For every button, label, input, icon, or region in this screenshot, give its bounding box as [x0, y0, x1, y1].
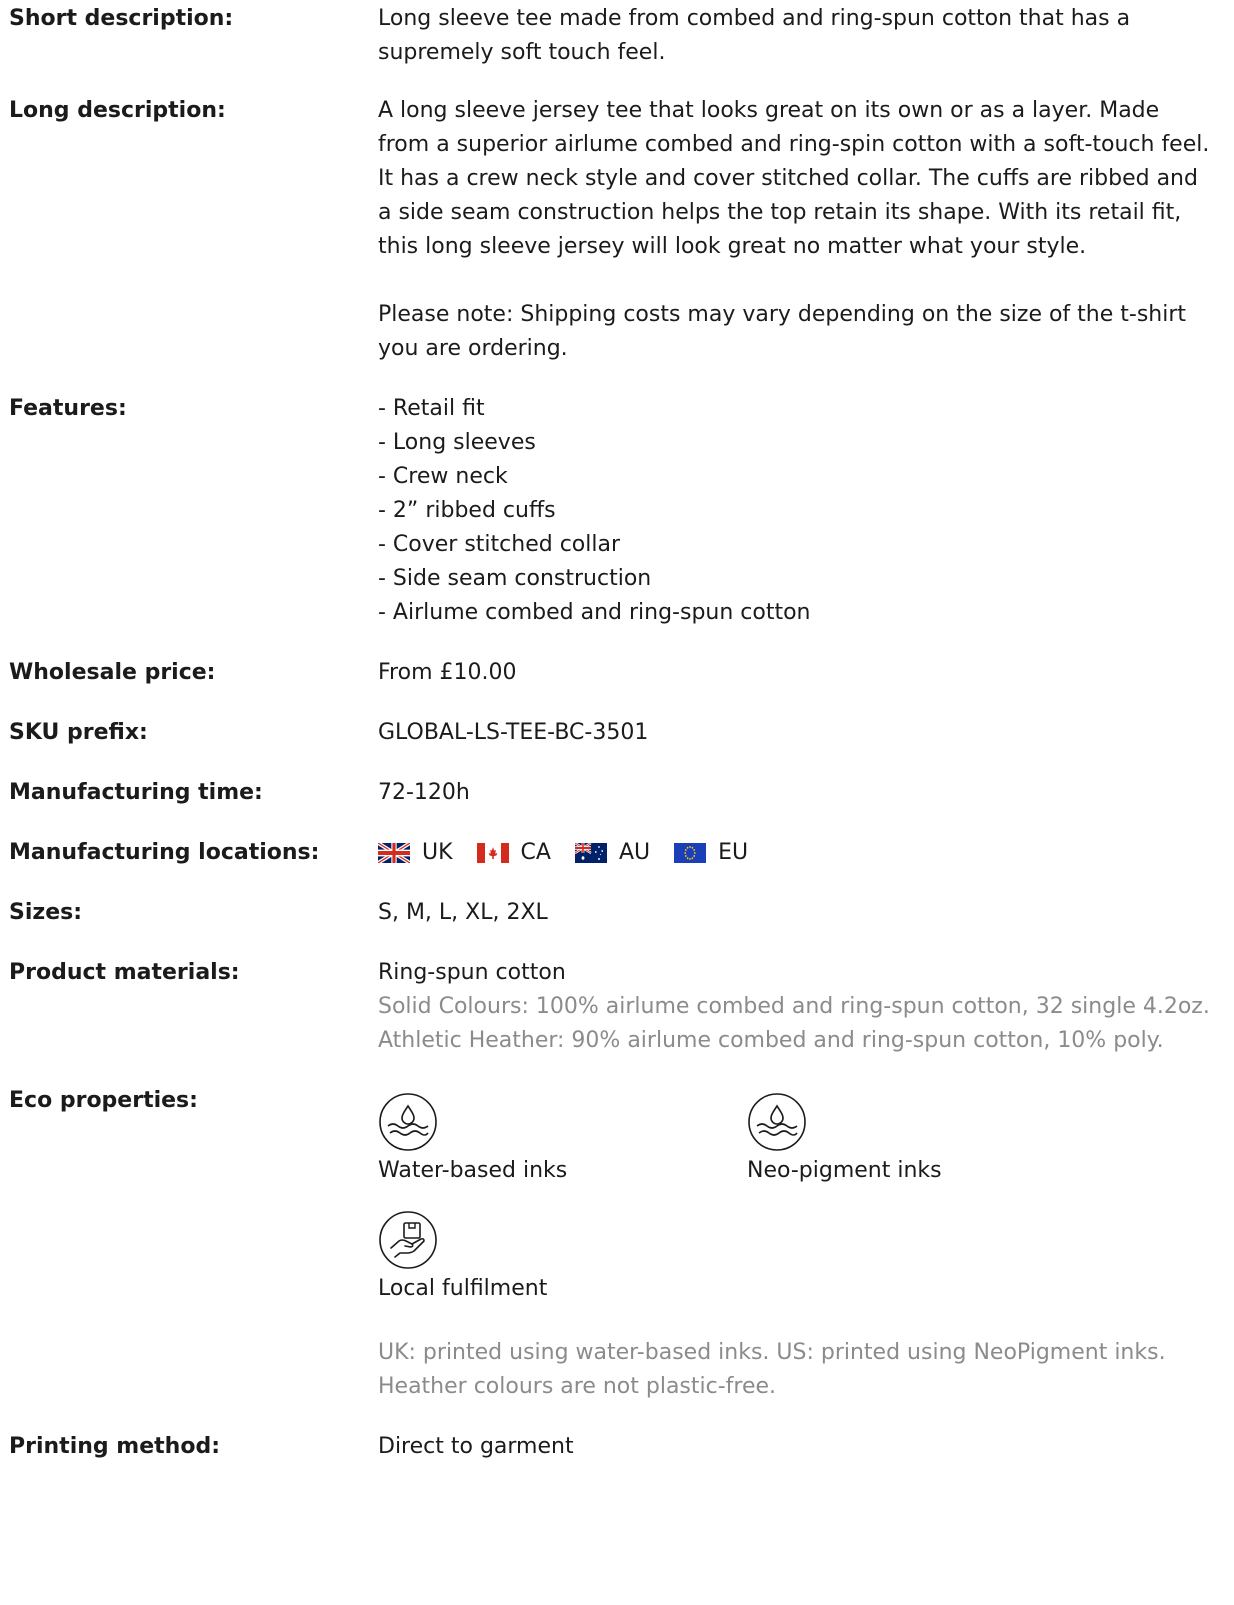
product-materials-label: Product materials: [9, 960, 240, 985]
printing-method-label: Printing method: [9, 1434, 220, 1459]
material-solid-colours: Solid Colours: 100% airlume combed and r… [378, 994, 1210, 1019]
eco-item-label: Local fulfilment [378, 1276, 548, 1301]
long-description-label: Long description: [9, 98, 226, 123]
eco-item-label: Water-based inks [378, 1158, 568, 1183]
sizes-value: S, M, L, XL, 2XL [378, 900, 548, 925]
eco-item-local-fulfilment: Local fulfilment [378, 1210, 747, 1306]
short-description-row: Short description: Long sleeve tee made … [9, 2, 1214, 65]
manufacturing-locations-row: Manufacturing locations: UK CA AU EU [9, 836, 1214, 870]
sku-prefix-value: GLOBAL-LS-TEE-BC-3501 [378, 720, 649, 745]
location-au: AU [574, 836, 651, 870]
location-au-code: AU [618, 840, 651, 865]
canada-flag-icon [476, 843, 509, 863]
sizes-row: Sizes: S, M, L, XL, 2XL [9, 896, 1214, 930]
feature-item: - Retail fit [378, 396, 485, 421]
eco-item-label: Neo-pigment inks [747, 1158, 942, 1183]
manufacturing-time-row: Manufacturing time: 72-120h [9, 776, 1214, 810]
location-ca-code: CA [520, 840, 551, 865]
manufacturing-time-value: 72-120h [378, 780, 470, 805]
wholesale-price-label: Wholesale price: [9, 660, 216, 685]
location-eu: EU [674, 836, 748, 870]
manufacturing-locations-label: Manufacturing locations: [9, 840, 320, 865]
long-description-value: A long sleeve jersey tee that looks grea… [378, 94, 1214, 366]
eco-properties-note: UK: printed using water-based inks. US: … [378, 1340, 1166, 1399]
product-details-sheet: Short description: Long sleeve tee made … [9, 2, 1214, 1490]
manufacturing-time-label: Manufacturing time: [9, 780, 263, 805]
eco-properties-value: Water-based inks Neo-pigment inks Local … [378, 1084, 1214, 1404]
location-uk: UK [378, 836, 453, 870]
feature-item: - Long sleeves [378, 430, 536, 455]
features-label: Features: [9, 396, 127, 421]
eco-item-neo-pigment-inks: Neo-pigment inks [747, 1092, 1116, 1188]
sizes-label: Sizes: [9, 900, 83, 925]
feature-item: - Cover stitched collar [378, 532, 621, 557]
location-ca: CA [476, 836, 551, 870]
location-uk-code: UK [422, 840, 453, 865]
manufacturing-locations-value: UK CA AU EU [378, 836, 1214, 870]
eco-properties-grid: Water-based inks Neo-pigment inks Local … [378, 1092, 1214, 1328]
uk-flag-icon [378, 843, 410, 863]
eco-properties-label: Eco properties: [9, 1088, 198, 1113]
wholesale-price-value: From £10.00 [378, 660, 517, 685]
eco-properties-row: Eco properties: Water-based inks Neo-pig… [9, 1084, 1214, 1404]
shipping-note: Please note: Shipping costs may vary dep… [378, 302, 1187, 361]
hand-package-icon [379, 1211, 437, 1269]
water-drop-icon [748, 1093, 806, 1151]
feature-item: - Airlume combed and ring-spun cotton [378, 600, 811, 625]
features-value: - Retail fit - Long sleeves - Crew neck … [378, 392, 1214, 630]
long-description-paragraph: A long sleeve jersey tee that looks grea… [378, 98, 1210, 259]
feature-item: - Side seam construction [378, 566, 652, 591]
printing-method-row: Printing method: Direct to garment [9, 1430, 1214, 1464]
features-row: Features: - Retail fit - Long sleeves - … [9, 392, 1214, 630]
features-list: - Retail fit - Long sleeves - Crew neck … [378, 392, 1214, 630]
eu-flag-icon [674, 843, 707, 863]
material-name: Ring-spun cotton [378, 960, 566, 985]
sku-prefix-label: SKU prefix: [9, 720, 148, 745]
product-materials-value: Ring-spun cotton Solid Colours: 100% air… [378, 956, 1214, 1058]
material-athletic-heather: Athletic Heather: 90% airlume combed and… [378, 1028, 1164, 1053]
sku-prefix-row: SKU prefix: GLOBAL-LS-TEE-BC-3501 [9, 716, 1214, 750]
australia-flag-icon [574, 843, 607, 863]
feature-item: - Crew neck [378, 464, 508, 489]
short-description-label: Short description: [9, 6, 234, 31]
short-description-value: Long sleeve tee made from combed and rin… [378, 6, 1131, 65]
water-drop-icon [379, 1093, 437, 1151]
location-eu-code: EU [718, 840, 749, 865]
feature-item: - 2” ribbed cuffs [378, 498, 556, 523]
printing-method-value: Direct to garment [378, 1434, 574, 1459]
eco-item-water-based-inks: Water-based inks [378, 1092, 747, 1188]
wholesale-price-row: Wholesale price: From £10.00 [9, 656, 1214, 690]
product-materials-row: Product materials: Ring-spun cotton Soli… [9, 956, 1214, 1058]
long-description-row: Long description: A long sleeve jersey t… [9, 94, 1214, 366]
